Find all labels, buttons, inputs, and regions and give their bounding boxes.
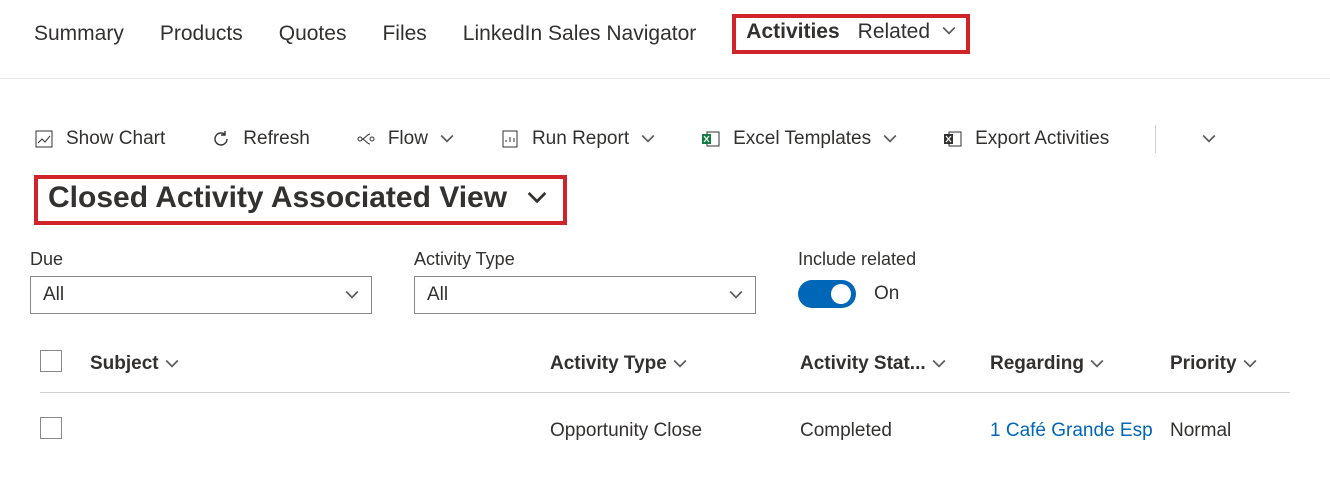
divider [1155, 125, 1156, 153]
command-bar: Show Chart Refresh Flow Run Report Excel… [0, 79, 1330, 153]
excel-export-icon [943, 129, 963, 149]
chevron-down-icon [942, 25, 956, 41]
chevron-down-icon [729, 288, 743, 302]
view-selector[interactable]: Closed Activity Associated View [34, 175, 567, 225]
export-activities-label: Export Activities [975, 128, 1109, 150]
chevron-down-icon [440, 132, 454, 146]
run-report-button[interactable]: Run Report [500, 128, 655, 150]
cell-priority: Normal [1170, 420, 1300, 442]
column-subject[interactable]: Subject [90, 353, 550, 375]
grid-header: Subject Activity Type Activity Stat... R… [40, 350, 1290, 393]
include-related-label: Include related [798, 249, 916, 270]
column-activity-type[interactable]: Activity Type [550, 353, 800, 375]
chevron-down-icon [883, 132, 897, 146]
chevron-down-icon [641, 132, 655, 146]
chevron-down-icon [1243, 357, 1257, 371]
tab-quotes[interactable]: Quotes [279, 22, 347, 46]
show-chart-label: Show Chart [66, 128, 165, 150]
tab-related[interactable]: Related [858, 20, 956, 44]
activity-type-filter: Activity Type All [414, 249, 756, 314]
tabs-highlight: Activities Related [732, 14, 970, 54]
chevron-down-icon [527, 188, 547, 208]
column-subject-label: Subject [90, 353, 159, 375]
record-tabs: Summary Products Quotes Files LinkedIn S… [0, 0, 1330, 79]
toggle-knob [831, 284, 851, 304]
filters-row: Due All Activity Type All Include relate… [0, 225, 1330, 314]
activity-type-select[interactable]: All [414, 276, 756, 314]
include-related-toggle[interactable] [798, 280, 856, 308]
cell-activity-status: Completed [800, 420, 990, 442]
chevron-down-icon [1090, 357, 1104, 371]
tab-files[interactable]: Files [382, 22, 426, 46]
column-priority[interactable]: Priority [1170, 353, 1300, 375]
row-checkbox[interactable] [40, 417, 62, 439]
flow-button[interactable]: Flow [356, 128, 454, 150]
run-report-label: Run Report [532, 128, 629, 150]
activity-type-label: Activity Type [414, 249, 756, 270]
tab-activities[interactable]: Activities [746, 20, 839, 44]
export-activities-button[interactable]: Export Activities [943, 128, 1109, 150]
column-activity-type-label: Activity Type [550, 353, 667, 375]
due-label: Due [30, 249, 372, 270]
report-icon [500, 129, 520, 149]
overflow-button[interactable] [1202, 132, 1216, 146]
column-activity-status[interactable]: Activity Stat... [800, 353, 990, 375]
column-priority-label: Priority [1170, 353, 1237, 375]
cell-activity-type: Opportunity Close [550, 420, 800, 442]
view-selector-row: Closed Activity Associated View [0, 153, 1330, 225]
activities-grid: Subject Activity Type Activity Stat... R… [0, 314, 1330, 445]
excel-templates-button[interactable]: Excel Templates [701, 128, 897, 150]
view-title-label: Closed Activity Associated View [48, 181, 507, 215]
due-value: All [43, 284, 64, 306]
column-regarding[interactable]: Regarding [990, 353, 1170, 375]
column-regarding-label: Regarding [990, 353, 1084, 375]
due-select[interactable]: All [30, 276, 372, 314]
include-related-filter: Include related On [798, 249, 916, 308]
tab-summary[interactable]: Summary [34, 22, 124, 46]
include-related-value: On [874, 283, 899, 305]
flow-label: Flow [388, 128, 428, 150]
cell-regarding-link[interactable]: 1 Café Grande Esp [990, 420, 1170, 442]
show-chart-button[interactable]: Show Chart [34, 128, 165, 150]
excel-icon [701, 129, 721, 149]
chart-icon [34, 129, 54, 149]
flow-icon [356, 129, 376, 149]
chevron-down-icon [673, 357, 687, 371]
chevron-down-icon [1202, 132, 1216, 146]
select-all-checkbox[interactable] [40, 350, 62, 372]
due-filter: Due All [30, 249, 372, 314]
chevron-down-icon [932, 357, 946, 371]
refresh-label: Refresh [243, 128, 310, 150]
refresh-icon [211, 129, 231, 149]
refresh-button[interactable]: Refresh [211, 128, 310, 150]
tab-linkedin[interactable]: LinkedIn Sales Navigator [463, 22, 696, 46]
activity-type-value: All [427, 284, 448, 306]
column-activity-status-label: Activity Stat... [800, 353, 926, 375]
table-row[interactable]: Opportunity Close Completed 1 Café Grand… [40, 393, 1290, 445]
excel-templates-label: Excel Templates [733, 128, 871, 150]
chevron-down-icon [345, 288, 359, 302]
tab-products[interactable]: Products [160, 22, 243, 46]
tab-related-label: Related [858, 20, 930, 43]
chevron-down-icon [165, 357, 179, 371]
